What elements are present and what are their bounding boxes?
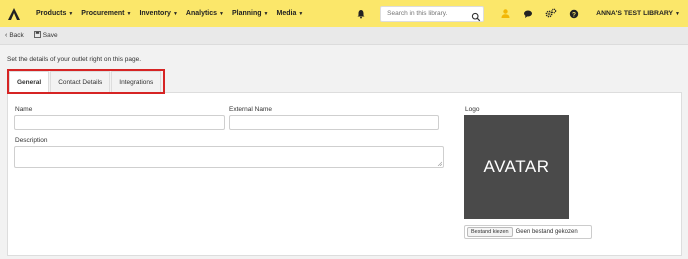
tabs-highlight-box: [7, 69, 165, 94]
svg-text:?: ?: [572, 11, 576, 18]
chevron-left-icon: ‹: [5, 32, 8, 39]
bell-icon[interactable]: [354, 7, 368, 21]
nav-inventory[interactable]: Inventory ▼: [139, 10, 177, 17]
back-label: Back: [9, 32, 24, 39]
library-label: ANNA'S TEST LIBRARY: [596, 10, 674, 17]
chat-icon[interactable]: [521, 7, 535, 21]
back-button[interactable]: ‹ Back: [5, 32, 24, 39]
save-button[interactable]: Save: [33, 31, 58, 40]
library-switcher[interactable]: ANNA'S TEST LIBRARY ▼: [596, 10, 680, 17]
nav-planning-label: Planning: [231, 10, 262, 17]
external-name-input[interactable]: [229, 115, 439, 130]
caret-down-icon: ▼: [68, 10, 74, 17]
nav-analytics-label: Analytics: [185, 10, 218, 17]
nav-analytics[interactable]: Analytics ▼: [186, 10, 224, 17]
caret-down-icon: ▼: [219, 10, 224, 17]
caret-down-icon: ▼: [263, 10, 269, 17]
resize-handle-icon[interactable]: [437, 161, 442, 166]
save-icon: [33, 31, 41, 40]
nav-procurement-label: Procurement: [81, 10, 125, 17]
save-label: Save: [42, 32, 58, 39]
nav-procurement[interactable]: Procurement ▼: [81, 10, 131, 17]
user-icon[interactable]: [498, 7, 512, 21]
name-input[interactable]: [14, 115, 225, 130]
page-intro-text: Set the details of your outlet right on …: [7, 56, 142, 63]
file-status-text: Geen bestand gekozen: [515, 229, 578, 235]
nav-products-label: Products: [36, 10, 67, 17]
logo-avatar-image: AVATAR: [464, 115, 569, 219]
caret-down-icon: ▼: [126, 10, 132, 17]
search-box: [380, 5, 485, 22]
top-nav-bar: Products ▼ Procurement ▼ Inventory ▼ Analyt…: [0, 0, 688, 27]
nav-media[interactable]: Media ▼: [277, 10, 304, 17]
app-logo-icon[interactable]: [0, 0, 28, 27]
help-icon[interactable]: ?: [567, 7, 581, 21]
caret-down-icon: ▼: [298, 10, 304, 17]
logo-file-picker[interactable]: Bestand kiezen Geen bestand gekozen: [464, 225, 592, 239]
description-label: Description: [15, 137, 48, 144]
caret-down-icon: ▼: [172, 10, 178, 17]
nav-media-label: Media: [276, 10, 297, 17]
nav-products[interactable]: Products ▼: [36, 10, 73, 17]
nav-inventory-label: Inventory: [139, 10, 171, 17]
logo-label: Logo: [465, 106, 480, 113]
settings-gears-icon[interactable]: [544, 7, 558, 21]
action-toolbar: ‹ Back Save: [0, 27, 688, 45]
caret-down-icon: ▼: [675, 11, 680, 17]
search-input[interactable]: [387, 10, 472, 17]
description-textarea[interactable]: [14, 146, 444, 168]
nav-planning[interactable]: Planning ▼: [232, 10, 269, 17]
name-label: Name: [15, 106, 33, 113]
external-name-label: External Name: [229, 106, 272, 113]
avatar-text: AVATAR: [483, 157, 550, 176]
choose-file-button[interactable]: Bestand kiezen: [467, 227, 513, 237]
search-icon[interactable]: [471, 9, 481, 21]
